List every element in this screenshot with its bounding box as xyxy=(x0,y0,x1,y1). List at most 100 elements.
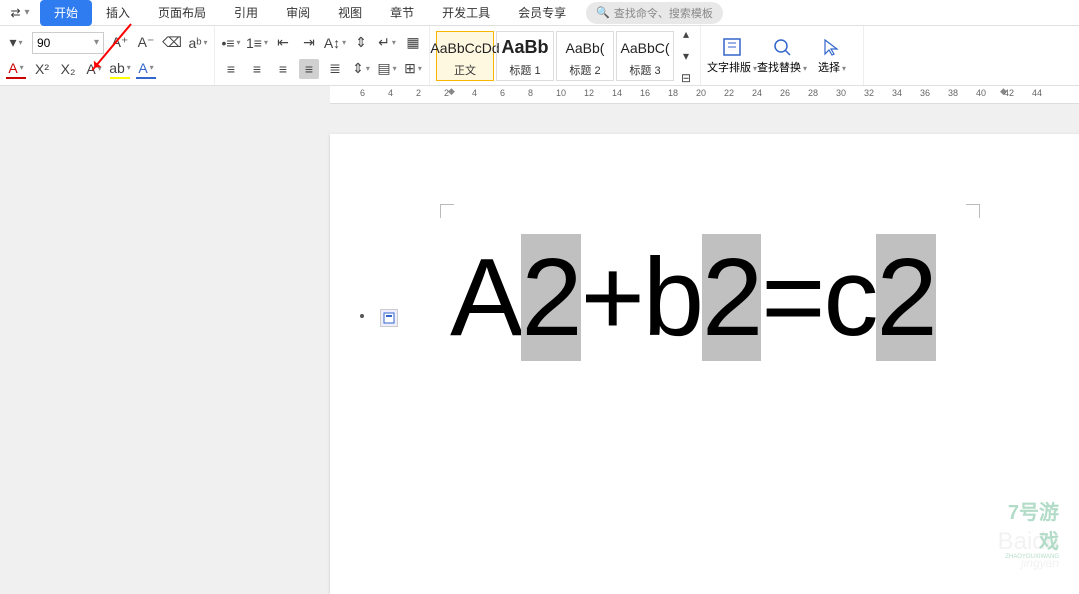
ruler-tick: 20 xyxy=(696,88,706,98)
bullets-icon[interactable]: •≡ xyxy=(221,33,241,53)
margin-corner-tr xyxy=(966,204,980,218)
ruler-tick: 2 xyxy=(416,88,421,98)
search-box[interactable]: 🔍 查找命令、搜索模板 xyxy=(586,2,723,24)
ruler-tick: 32 xyxy=(864,88,874,98)
ruler-tick: 8 xyxy=(528,88,533,98)
ruler-tick: 28 xyxy=(808,88,818,98)
ruler-tick: 30 xyxy=(836,88,846,98)
align-justify-icon[interactable]: ≡ xyxy=(299,59,319,79)
align-left-icon[interactable]: ≡ xyxy=(221,59,241,79)
search-icon xyxy=(772,37,792,57)
menu-tabs: ⇄ ▾ 开始 插入 页面布局 引用 审阅 视图 章节 开发工具 会员专享 🔍 查… xyxy=(0,0,1079,26)
numbering-icon[interactable]: 1≡ xyxy=(247,33,267,53)
superscript-icon[interactable]: X² xyxy=(32,59,52,79)
ruler-tick: 24 xyxy=(752,88,762,98)
style-heading2[interactable]: AaBb( 标题 2 xyxy=(556,31,614,81)
style-heading3[interactable]: AaBbC( 标题 3 xyxy=(616,31,674,81)
ruler-tick: 12 xyxy=(584,88,594,98)
redo-icon: ⇄ xyxy=(10,6,20,20)
doc-char-selected: 2 xyxy=(876,234,935,361)
align-center-icon[interactable]: ≡ xyxy=(247,59,267,79)
doc-char: = xyxy=(761,234,823,361)
ruler-tick: 22 xyxy=(724,88,734,98)
document-content[interactable]: A 2 + b 2 = c 2 xyxy=(450,234,936,361)
shading-icon[interactable]: ▤ xyxy=(377,59,397,79)
ruler-tick: 16 xyxy=(640,88,650,98)
borders-icon[interactable]: ⊞ xyxy=(403,59,423,79)
shrink-font-icon[interactable]: A⁻ xyxy=(136,33,156,53)
ruler-tick: 2 xyxy=(444,88,449,98)
text-effect-icon[interactable]: A xyxy=(136,59,156,79)
style-heading1[interactable]: AaBb 标题 1 xyxy=(496,31,554,81)
ruler-tick: 4 xyxy=(388,88,393,98)
styles-down-icon[interactable]: ▾ xyxy=(678,46,694,66)
styles-group: AaBbCcDd 正文 AaBb 标题 1 AaBb( 标题 2 AaBbC( … xyxy=(430,26,701,85)
ruler-tick: 14 xyxy=(612,88,622,98)
clear-format-icon[interactable]: ⌫ xyxy=(162,33,182,53)
wrap-icon[interactable]: ↵ xyxy=(377,33,397,53)
styles-expand-icon[interactable]: ⊟ xyxy=(678,68,694,88)
text-layout-button[interactable]: 文字排版 xyxy=(707,28,757,83)
ruler-tick: 36 xyxy=(920,88,930,98)
tab-references[interactable]: 引用 xyxy=(220,0,272,26)
subscript-icon[interactable]: X₂ xyxy=(58,59,78,79)
highlight-icon[interactable]: ab xyxy=(110,59,130,79)
ruler-tick: 6 xyxy=(360,88,365,98)
search-placeholder: 查找命令、搜索模板 xyxy=(614,5,713,21)
styles-up-icon[interactable]: ▴ xyxy=(678,24,694,44)
select-button[interactable]: 选择 xyxy=(807,28,857,83)
ruler[interactable]: ◆ ◆ 642246810121416182022242628303234363… xyxy=(330,86,1079,104)
quick-access[interactable]: ⇄ ▾ xyxy=(0,6,40,20)
outdent-icon[interactable]: ⇤ xyxy=(273,33,293,53)
doc-char: + xyxy=(581,234,643,361)
phonetic-guide-icon[interactable]: aᵇ xyxy=(188,33,208,53)
indent-icon[interactable]: ⇥ xyxy=(299,33,319,53)
sort-icon[interactable]: A↕ xyxy=(325,33,345,53)
font-family-dropdown[interactable]: ▾ xyxy=(6,33,26,53)
margin-corner-tl xyxy=(440,204,454,218)
font-group: ▾ 90 A⁺ A⁻ ⌫ aᵇ A X² X₂ A ab A xyxy=(0,26,215,85)
doc-char-selected: 2 xyxy=(702,234,761,361)
doc-char-selected: 2 xyxy=(521,234,580,361)
distribute-icon[interactable]: ≣ xyxy=(325,59,345,79)
tab-view[interactable]: 视图 xyxy=(324,0,376,26)
ruler-tick: 18 xyxy=(668,88,678,98)
doc-char: b xyxy=(643,234,702,361)
paragraph-group: •≡ 1≡ ⇤ ⇥ A↕ ⇕ ↵ ▦ ≡ ≡ ≡ ≡ ≣ ⇕ ▤ ⊞ xyxy=(215,26,430,85)
anchor-dot xyxy=(360,314,364,318)
ruler-tick: 10 xyxy=(556,88,566,98)
ruler-tick: 40 xyxy=(976,88,986,98)
ruler-tick: 34 xyxy=(892,88,902,98)
paste-options-icon[interactable] xyxy=(380,309,398,327)
ruler-tick: 26 xyxy=(780,88,790,98)
indent-marker-icon[interactable]: ◆ xyxy=(448,86,455,97)
editing-group: 文字排版 查找替换 选择 xyxy=(701,26,864,85)
font-color-icon[interactable]: A xyxy=(6,59,26,79)
ruler-tick: 42 xyxy=(1004,88,1014,98)
cursor-icon xyxy=(822,37,842,57)
tab-devtools[interactable]: 开发工具 xyxy=(428,0,504,26)
table-icon[interactable]: ▦ xyxy=(403,33,423,53)
ribbon: ▾ 90 A⁺ A⁻ ⌫ aᵇ A X² X₂ A ab A •≡ 1≡ ⇤ ⇥… xyxy=(0,26,1079,86)
text-layout-icon xyxy=(722,37,742,57)
document-page[interactable]: A 2 + b 2 = c 2 xyxy=(330,134,1079,594)
font-size-input[interactable]: 90 xyxy=(32,32,104,54)
align-right-icon[interactable]: ≡ xyxy=(273,59,293,79)
tab-review[interactable]: 审阅 xyxy=(272,0,324,26)
tab-member[interactable]: 会员专享 xyxy=(504,0,580,26)
tab-start[interactable]: 开始 xyxy=(40,0,92,26)
tab-insert[interactable]: 插入 xyxy=(92,0,144,26)
search-icon: 🔍 xyxy=(596,6,610,19)
tab-chapter[interactable]: 章节 xyxy=(376,0,428,26)
ruler-tick: 4 xyxy=(472,88,477,98)
doc-char: c xyxy=(823,234,876,361)
ruler-tick: 44 xyxy=(1032,88,1042,98)
find-replace-button[interactable]: 查找替换 xyxy=(757,28,807,83)
line-height-icon[interactable]: ⇕ xyxy=(351,33,371,53)
ruler-tick: 6 xyxy=(500,88,505,98)
line-spacing-icon[interactable]: ⇕ xyxy=(351,59,371,79)
tab-page-layout[interactable]: 页面布局 xyxy=(144,0,220,26)
watermark-logo: 7号游戏 ZHAOYOUXIWANG xyxy=(998,496,1059,560)
style-normal[interactable]: AaBbCcDd 正文 xyxy=(436,31,494,81)
doc-char: A xyxy=(450,234,521,361)
